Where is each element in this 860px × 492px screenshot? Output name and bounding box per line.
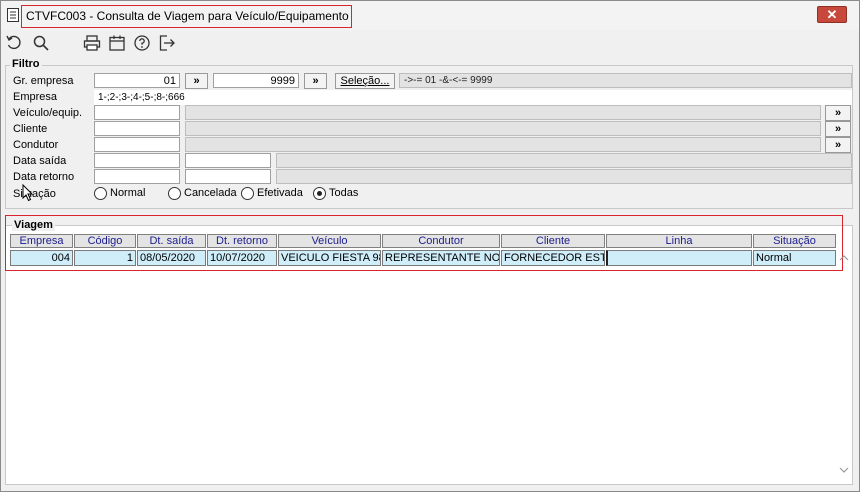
- app-icon: [7, 8, 19, 22]
- cliente-lookup-button[interactable]: »: [825, 121, 851, 137]
- search-icon[interactable]: [32, 34, 50, 52]
- data-saida-description: [276, 153, 852, 168]
- gr-empresa-to-lookup-button[interactable]: »: [304, 73, 327, 89]
- condutor-lookup-button[interactable]: »: [825, 137, 851, 153]
- window-title: CTVFC003 - Consulta de Viagem para Veícu…: [26, 9, 349, 23]
- column-header-condutor[interactable]: Condutor: [382, 234, 500, 248]
- help-icon[interactable]: [133, 34, 151, 52]
- radio-circle-selected: [313, 187, 326, 200]
- condutor-description: [185, 137, 821, 152]
- data-retorno-label: Data retorno: [13, 171, 75, 183]
- radio-circle: [94, 187, 107, 200]
- radio-label: Normal: [110, 187, 146, 199]
- table-cell-condutor[interactable]: REPRESENTANTE NOVA: [382, 250, 500, 266]
- empresa-label: Empresa: [13, 91, 58, 103]
- radio-label: Cancelada: [184, 187, 237, 199]
- gr-empresa-from-lookup-button[interactable]: »: [185, 73, 208, 89]
- data-retorno-to-input[interactable]: [185, 169, 271, 184]
- table-cell-veiculo[interactable]: VEICULO FIESTA 98 B: [278, 250, 381, 266]
- column-header-codigo[interactable]: Código: [74, 234, 136, 248]
- cliente-label: Cliente: [13, 123, 48, 135]
- calendar-icon[interactable]: [108, 34, 126, 52]
- veiculo-lookup-button[interactable]: »: [825, 105, 851, 121]
- column-header-situacao[interactable]: Situação: [753, 234, 836, 248]
- table-cell-linha[interactable]: [606, 250, 752, 266]
- veiculo-input[interactable]: [94, 105, 180, 120]
- table-cell-situacao[interactable]: Normal: [753, 250, 836, 266]
- gr-empresa-label: Gr. empresa: [13, 75, 74, 87]
- radio-dot: [317, 191, 322, 196]
- title-bar: CTVFC003 - Consulta de Viagem para Veícu…: [1, 1, 859, 30]
- scroll-down-icon[interactable]: [839, 466, 849, 474]
- gr-empresa-from-input[interactable]: 01: [94, 73, 180, 88]
- column-header-dt-retorno[interactable]: Dt. retorno: [207, 234, 277, 248]
- column-header-linha[interactable]: Linha: [606, 234, 752, 248]
- refresh-icon[interactable]: [5, 34, 23, 52]
- table-cell-dt-saida[interactable]: 08/05/2020: [137, 250, 206, 266]
- cliente-description: [185, 121, 821, 136]
- situacao-label: Situação: [13, 188, 56, 200]
- empresa-input[interactable]: 1-;2-;3-;4-;5-;8-;666: [94, 90, 852, 105]
- radio-label: Efetivada: [257, 187, 303, 199]
- radio-circle: [168, 187, 181, 200]
- data-retorno-from-input[interactable]: [94, 169, 180, 184]
- veiculo-description: [185, 105, 821, 120]
- radio-circle: [241, 187, 254, 200]
- veiculo-label: Veículo/equip.: [13, 107, 83, 119]
- table-cell-empresa[interactable]: 004: [10, 250, 73, 266]
- gr-empresa-to-input[interactable]: 9999: [213, 73, 299, 88]
- title-highlight: CTVFC003 - Consulta de Viagem para Veícu…: [21, 5, 352, 28]
- gr-empresa-summary: ->-= 01 -&-<-= 9999: [399, 73, 852, 88]
- cliente-input[interactable]: [94, 121, 180, 136]
- column-header-veiculo[interactable]: Veículo: [278, 234, 381, 248]
- close-button[interactable]: ✕: [817, 6, 847, 23]
- radio-label: Todas: [329, 187, 359, 199]
- condutor-label: Condutor: [13, 139, 59, 151]
- data-saida-label: Data saída: [13, 155, 67, 167]
- condutor-input[interactable]: [94, 137, 180, 152]
- table-cell-dt-retorno[interactable]: 10/07/2020: [207, 250, 277, 266]
- selecao-button[interactable]: Seleção...: [335, 73, 395, 89]
- data-retorno-description: [276, 169, 852, 184]
- exit-icon[interactable]: [158, 34, 176, 52]
- column-header-dt-saida[interactable]: Dt. saída: [137, 234, 206, 248]
- table-cell-cliente[interactable]: FORNECEDOR ESTRA: [501, 250, 605, 266]
- data-saida-from-input[interactable]: [94, 153, 180, 168]
- mouse-cursor-icon: [22, 184, 34, 202]
- scroll-up-icon[interactable]: [839, 254, 849, 262]
- viagem-title: Viagem: [12, 219, 55, 231]
- data-saida-to-input[interactable]: [185, 153, 271, 168]
- filtro-title: Filtro: [10, 58, 42, 70]
- column-header-empresa[interactable]: Empresa: [10, 234, 73, 248]
- column-header-cliente[interactable]: Cliente: [501, 234, 605, 248]
- print-icon[interactable]: [83, 34, 101, 52]
- main-window: CTVFC003 - Consulta de Viagem para Veícu…: [0, 0, 860, 492]
- table-cell-codigo[interactable]: 1: [74, 250, 136, 266]
